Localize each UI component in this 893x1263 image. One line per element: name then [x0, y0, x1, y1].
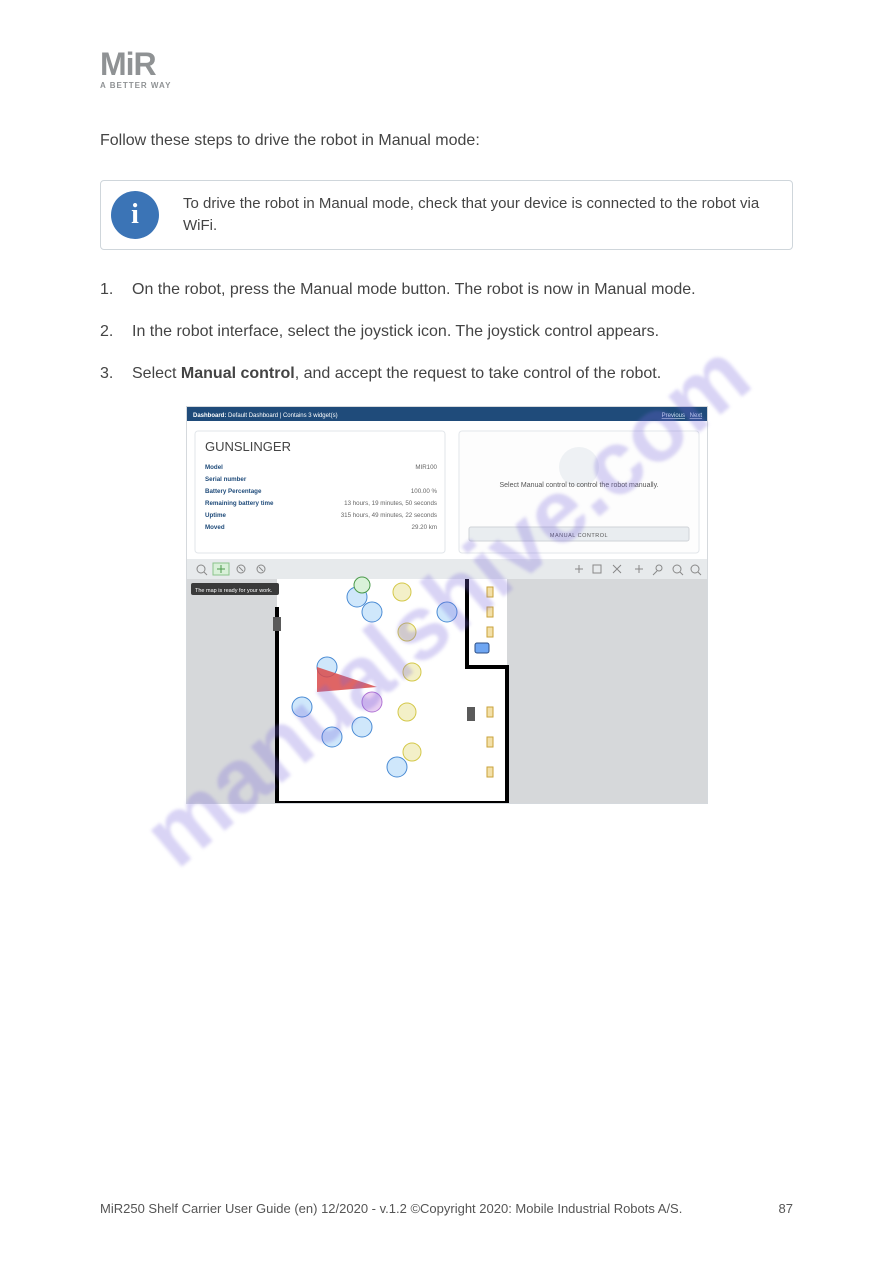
- svg-text:Remaining battery time: Remaining battery time: [205, 500, 274, 507]
- svg-text:The map is ready for your work: The map is ready for your work.: [195, 588, 273, 594]
- svg-text:100.00 %: 100.00 %: [410, 488, 437, 495]
- svg-text:Moved: Moved: [205, 524, 225, 531]
- svg-text:Serial number: Serial number: [205, 476, 247, 483]
- steps-list: 1. On the robot, press the Manual mode b…: [100, 278, 793, 386]
- info-callout: i To drive the robot in Manual mode, che…: [100, 180, 793, 250]
- footer-page: 87: [779, 1202, 793, 1215]
- step-text: Select Manual control, and accept the re…: [132, 362, 661, 386]
- footer-left: MiR250 Shelf Carrier User Guide (en) 12/…: [100, 1202, 682, 1215]
- svg-text:Next: Next: [689, 413, 702, 419]
- step-3: 3. Select Manual control, and accept the…: [100, 362, 793, 386]
- svg-text:GUNSLINGER: GUNSLINGER: [205, 439, 291, 454]
- svg-text:Dashboard: Default Das: Dashboard: Default Dashboard | Contains …: [193, 413, 338, 419]
- svg-text:Previous: Previous: [661, 413, 684, 419]
- step-text: On the robot, press the Manual mode butt…: [132, 278, 696, 302]
- svg-text:13 hours, 19 minutes, 50 secon: 13 hours, 19 minutes, 50 seconds: [344, 500, 437, 507]
- info-icon: i: [111, 191, 159, 239]
- svg-text:Battery Percentage: Battery Percentage: [205, 488, 262, 495]
- embedded-screenshot: Dashboard: Default Dashboard | Contains …: [186, 406, 708, 804]
- intro-sentence: Follow these steps to drive the robot in…: [100, 130, 793, 152]
- page-footer: MiR250 Shelf Carrier User Guide (en) 12/…: [100, 1202, 793, 1215]
- svg-text:Model: Model: [205, 464, 223, 471]
- step-text: In the robot interface, select the joyst…: [132, 320, 659, 344]
- svg-text:Uptime: Uptime: [205, 512, 227, 519]
- logo-tagline: A BETTER WAY: [100, 82, 793, 90]
- step-num: 3.: [100, 362, 120, 386]
- svg-text:MANUAL CONTROL: MANUAL CONTROL: [549, 533, 607, 539]
- svg-text:315 hours, 49 minutes, 22 seco: 315 hours, 49 minutes, 22 seconds: [340, 512, 436, 519]
- step-1: 1. On the robot, press the Manual mode b…: [100, 278, 793, 302]
- brand-logo: MiR A BETTER WAY: [100, 48, 793, 90]
- step-num: 2.: [100, 320, 120, 344]
- svg-text:29.20 km: 29.20 km: [411, 524, 436, 531]
- step-num: 1.: [100, 278, 120, 302]
- svg-text:Select Manual control to contr: Select Manual control to control the rob…: [499, 482, 658, 489]
- svg-text:MIR100: MIR100: [415, 464, 437, 471]
- logo-text: MiR: [100, 48, 793, 80]
- info-text: To drive the robot in Manual mode, check…: [183, 193, 774, 238]
- step-2: 2. In the robot interface, select the jo…: [100, 320, 793, 344]
